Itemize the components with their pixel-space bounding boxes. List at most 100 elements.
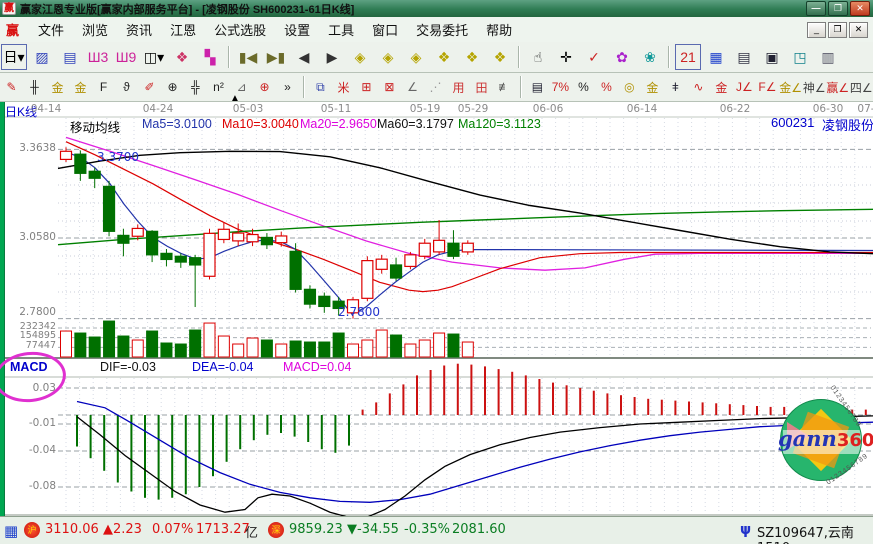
menu-item-10[interactable]: 帮助 bbox=[477, 18, 521, 41]
hand-tool-icon[interactable]: ☝ bbox=[525, 44, 551, 70]
grid-tool-icon[interactable]: ╫ bbox=[23, 75, 46, 99]
gold-grid-tool-1-icon[interactable]: 金 bbox=[46, 75, 69, 99]
mini-bars-3-icon-icon[interactable]: Ш3 bbox=[85, 44, 111, 70]
first-page-button-icon[interactable]: ▮◀ bbox=[235, 44, 261, 70]
calendar-icon-icon[interactable]: 21 bbox=[675, 44, 701, 70]
volume-chart-icon-icon[interactable]: ▚ bbox=[197, 44, 223, 70]
zoom-diamond-3-icon[interactable]: ◈ bbox=[403, 44, 429, 70]
shanghai-exchange-icon[interactable]: 沪 bbox=[24, 522, 40, 538]
mdi-close-button[interactable]: ✕ bbox=[849, 22, 868, 38]
gold-line-tool-icon[interactable]: 金 bbox=[641, 75, 664, 99]
overflow-button-icon[interactable]: » bbox=[276, 75, 299, 99]
ink-tool-icon[interactable]: ǂ bbox=[664, 75, 687, 99]
last-page-button-icon[interactable]: ▶▮ bbox=[263, 44, 289, 70]
maximize-button[interactable]: ❐ bbox=[828, 1, 848, 16]
menu-item-3[interactable]: 资讯 bbox=[117, 18, 161, 41]
knot-tool-purple-icon[interactable]: ✿ bbox=[609, 44, 635, 70]
check-tool-icon[interactable]: ✓ bbox=[581, 44, 607, 70]
calculator-icon-icon[interactable]: ▦ bbox=[703, 44, 729, 70]
quote-table-icon[interactable]: ▦ bbox=[4, 522, 18, 540]
gann-wheel-tool-icon[interactable]: ⊕ bbox=[161, 75, 184, 99]
date-tick-06-06: 06-06 bbox=[530, 103, 566, 115]
sz-index-amount: 2081.60 bbox=[452, 522, 506, 537]
zoom-diamond-2-icon[interactable]: ◈ bbox=[375, 44, 401, 70]
fan-grid-tool-icon[interactable]: ⊞ bbox=[355, 75, 378, 99]
f-angle-tool-icon[interactable]: F∠ bbox=[756, 75, 779, 99]
four-angle-tool-icon[interactable]: 四∠ bbox=[850, 75, 873, 99]
marker-ruler-tool-icon[interactable]: ✐ bbox=[138, 75, 161, 99]
sz-index-percent: -0.35% bbox=[404, 522, 450, 537]
percent-tool-icon[interactable]: % bbox=[572, 75, 595, 99]
red-grid-tool-1-icon[interactable]: 用 bbox=[447, 75, 470, 99]
date-tick-06-22: 06-22 bbox=[717, 103, 753, 115]
menu-bar: 赢 文件浏览资讯江恩公式选股设置工具窗口交易委托帮助 _ ❐ ✕ bbox=[0, 17, 873, 43]
toolbar-gann-tools: ✎╫金金Fϑ✐⊕╬n²⊿⊕»⧉米⊞⊠∠⋰用田≢▤7%%%◎金ǂ∿金J∠F∠金∠神… bbox=[0, 73, 873, 102]
gold-angle-tool-icon[interactable]: 金∠ bbox=[779, 75, 803, 99]
gold-underline-tool-icon[interactable]: 金 bbox=[710, 75, 733, 99]
fan-tool-icon[interactable]: 米 bbox=[332, 75, 355, 99]
zigzag-chart-icon-icon[interactable]: ▨ bbox=[29, 44, 55, 70]
god-angle-tool-icon[interactable]: 神∠ bbox=[802, 75, 826, 99]
zoom-diamond-5-icon[interactable]: ❖ bbox=[459, 44, 485, 70]
menu-item-8[interactable]: 窗口 bbox=[363, 18, 407, 41]
period-daily-dropdown-icon[interactable]: 日▾ bbox=[1, 44, 27, 70]
zoom-diamond-1-icon[interactable]: ◈ bbox=[347, 44, 373, 70]
macd-axis-label--0.04: -0.04 bbox=[10, 444, 56, 456]
fan-dense-tool-icon[interactable]: ⊠ bbox=[378, 75, 401, 99]
mdi-minimize-button[interactable]: _ bbox=[807, 22, 826, 38]
ma10-value: Ma10=3.0040 bbox=[222, 117, 299, 131]
mini-bars-9-icon-icon[interactable]: Ш9 bbox=[113, 44, 139, 70]
crosshair-tool-icon[interactable]: ✛ bbox=[553, 44, 579, 70]
app-icon-small: 赢 bbox=[6, 20, 19, 39]
angle-fan-light-tool-icon[interactable]: ⋰ bbox=[424, 75, 447, 99]
shenzhen-exchange-icon[interactable]: 深 bbox=[268, 522, 284, 538]
wave-band-tool-icon[interactable]: ∿ bbox=[687, 75, 710, 99]
menu-item-2[interactable]: 浏览 bbox=[73, 18, 117, 41]
sz-index-value[interactable]: 9859.23 bbox=[289, 522, 343, 537]
menu-item-7[interactable]: 工具 bbox=[319, 18, 363, 41]
red-grid-tool-2-icon[interactable]: 田 bbox=[470, 75, 493, 99]
zoom-diamond-6-icon[interactable]: ❖ bbox=[487, 44, 513, 70]
brush-tool-icon[interactable]: ✎ bbox=[0, 75, 23, 99]
menu-item-6[interactable]: 设置 bbox=[275, 18, 319, 41]
sh-index-value[interactable]: 3110.06 bbox=[45, 522, 99, 537]
candle-style-dropdown-icon[interactable]: ◫▾ bbox=[141, 44, 167, 70]
pattern-icon-icon[interactable]: ❖ bbox=[169, 44, 195, 70]
stock-code: 600231 bbox=[771, 115, 814, 130]
panel-left-frame bbox=[0, 101, 5, 516]
gold-grid-tool-2-icon[interactable]: 金 bbox=[69, 75, 92, 99]
percent-down-tool-icon[interactable]: 7% bbox=[549, 75, 572, 99]
menu-item-1[interactable]: 文件 bbox=[29, 18, 73, 41]
price-axis-label-3.0580: 3.0580 bbox=[10, 231, 56, 243]
menu-item-9[interactable]: 交易委托 bbox=[407, 18, 477, 41]
menu-item-5[interactable]: 公式选股 bbox=[205, 18, 275, 41]
mdi-restore-button[interactable]: ❐ bbox=[828, 22, 847, 38]
win-angle-tool-icon[interactable]: 赢∠ bbox=[826, 75, 850, 99]
fibonacci-tool-icon[interactable]: F bbox=[92, 75, 115, 99]
prev-button-icon[interactable]: ◀ bbox=[291, 44, 317, 70]
n-square-tool-icon[interactable]: n² bbox=[207, 75, 230, 99]
ruler-grid-tool-icon[interactable]: ╬ bbox=[184, 75, 207, 99]
gold-circle-tool-icon[interactable]: ◎ bbox=[618, 75, 641, 99]
close-button[interactable]: ✕ bbox=[850, 1, 870, 16]
j-angle-tool-icon[interactable]: J∠ bbox=[733, 75, 756, 99]
triple-line-tool-icon[interactable]: ≢ bbox=[493, 75, 516, 99]
app-icon: 赢 bbox=[2, 2, 16, 15]
quote-board-icon-icon[interactable]: ▤ bbox=[57, 44, 83, 70]
menu-item-4[interactable]: 江恩 bbox=[161, 18, 205, 41]
box-range-tool-icon[interactable]: ⧉ bbox=[309, 75, 332, 99]
minimize-button[interactable]: — bbox=[806, 1, 826, 16]
percent-line-tool-icon[interactable]: % bbox=[595, 75, 618, 99]
notes-icon-icon[interactable]: ▤ bbox=[731, 44, 757, 70]
zoom-diamond-4-icon[interactable]: ❖ bbox=[431, 44, 457, 70]
knot-tool-teal-icon[interactable]: ❀ bbox=[637, 44, 663, 70]
next-button-icon[interactable]: ▶ bbox=[319, 44, 345, 70]
print-icon-icon[interactable]: ▥ bbox=[815, 44, 841, 70]
spiral-tool-icon[interactable]: ϑ bbox=[115, 75, 138, 99]
save-icon-icon[interactable]: ▣ bbox=[759, 44, 785, 70]
chart-export-icon-icon[interactable]: ◳ bbox=[787, 44, 813, 70]
angle-fan-tool-icon[interactable]: ∠ bbox=[401, 75, 424, 99]
target-tool-icon[interactable]: ⊕ bbox=[253, 75, 276, 99]
percent-board-tool-icon[interactable]: ▤ bbox=[526, 75, 549, 99]
sh-amount-unit: 亿 bbox=[245, 522, 258, 541]
